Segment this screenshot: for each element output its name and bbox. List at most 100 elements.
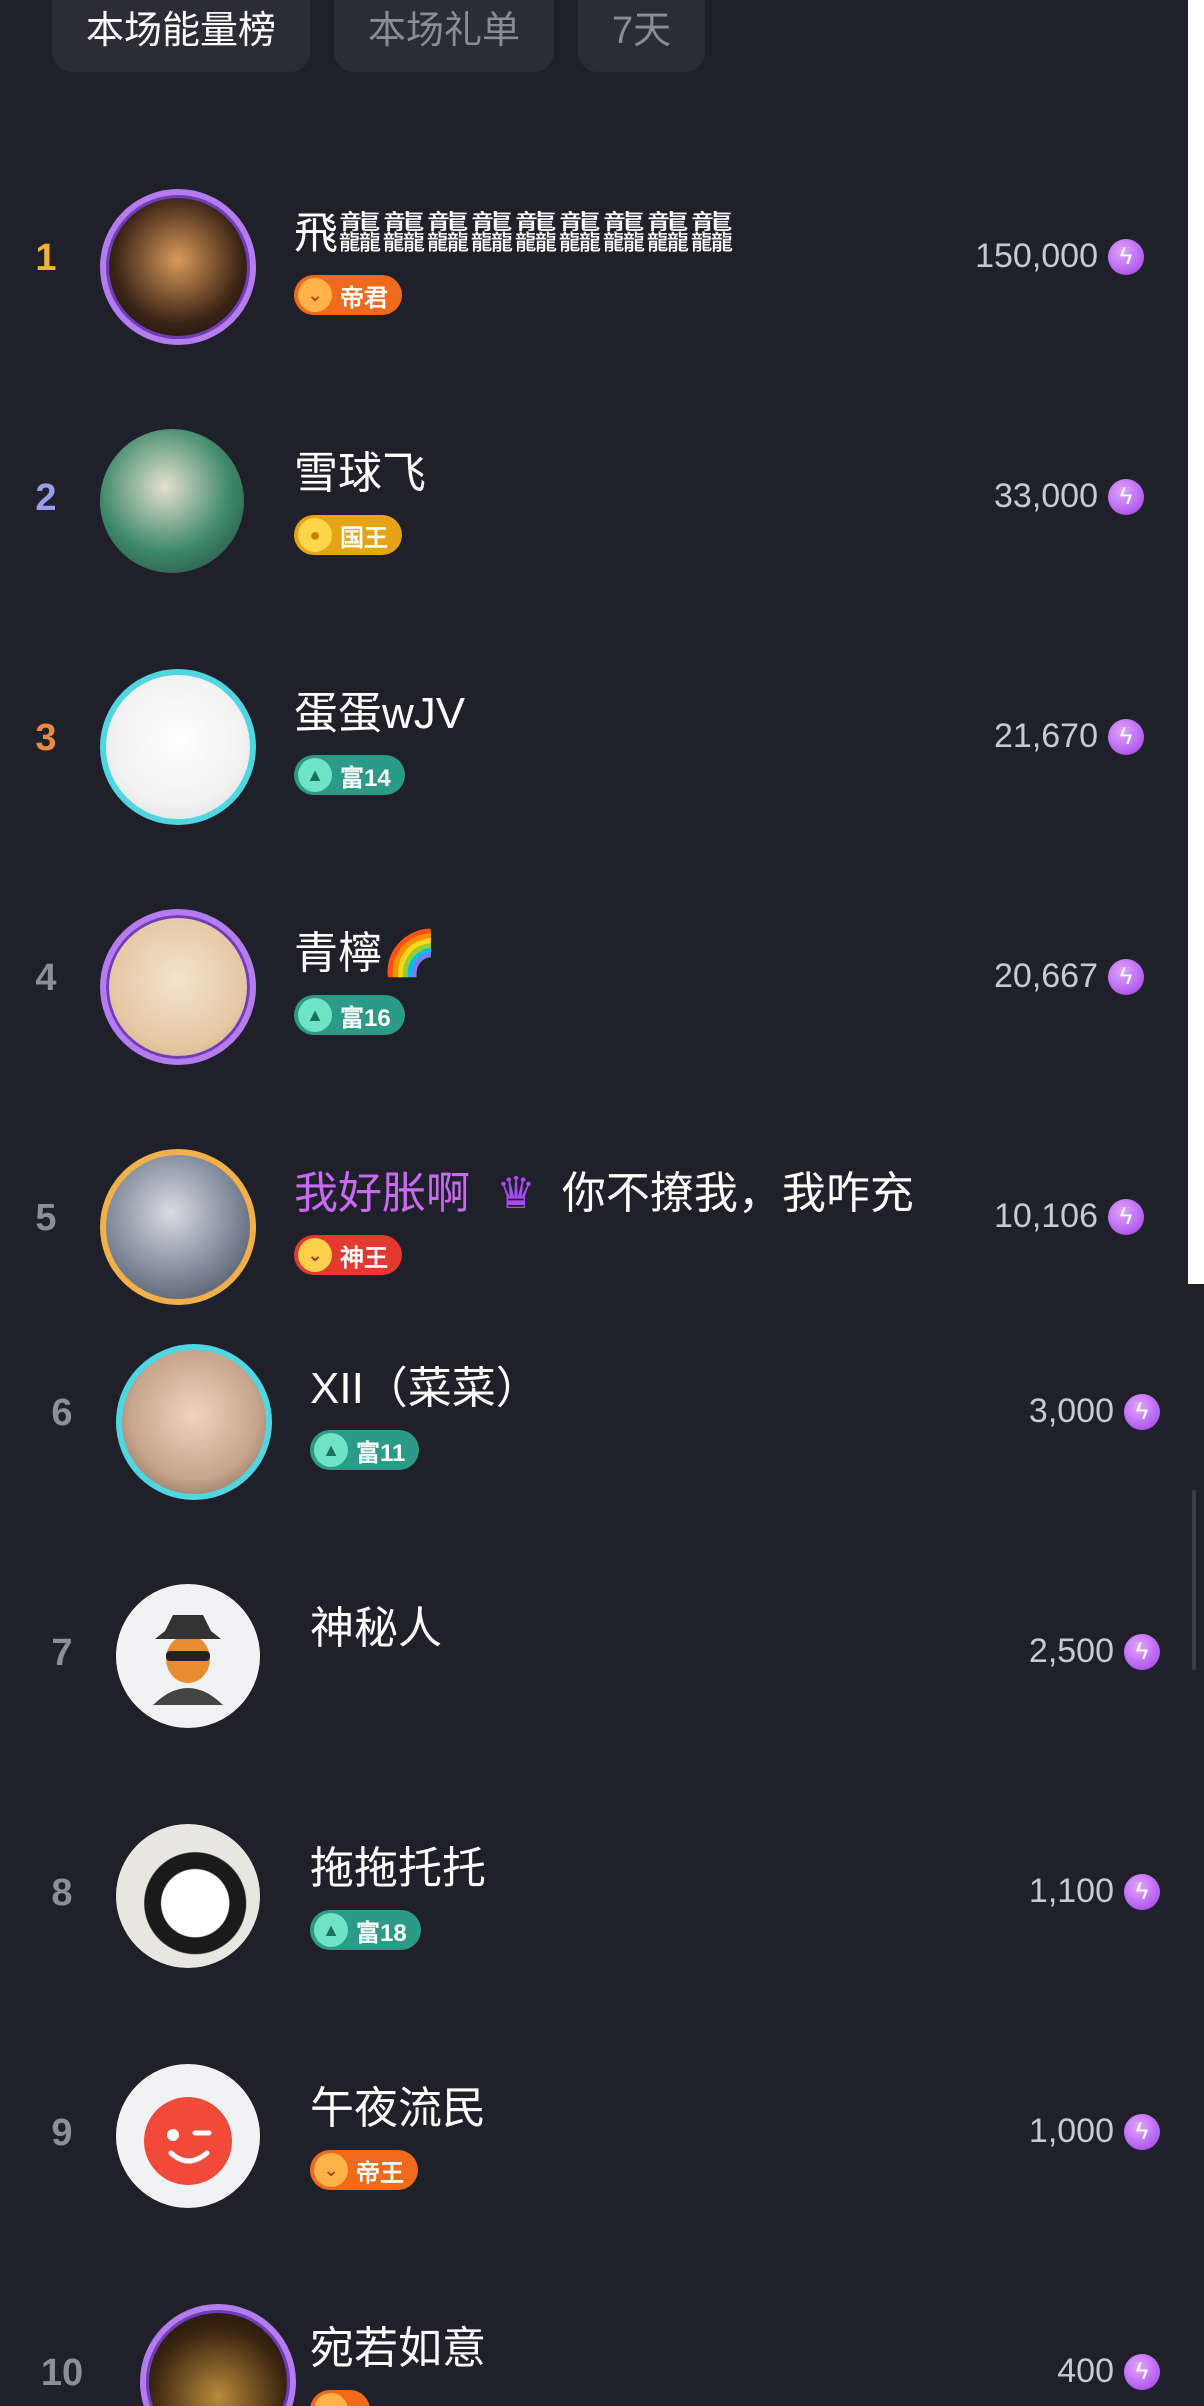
avatar-image [140, 2304, 296, 2406]
avatar[interactable] [132, 2296, 296, 2406]
tab-bar: 本场能量榜 本场礼单 7天 [52, 0, 706, 72]
triangle-rank-icon: ▲ [298, 758, 332, 792]
avatar[interactable] [92, 1141, 256, 1305]
rank-number: 2 [35, 477, 57, 519]
avatar[interactable] [108, 2056, 268, 2216]
badge-label: 帝王 [356, 2159, 404, 2187]
energy-bolt-icon: ϟ [1108, 1198, 1144, 1235]
avatar[interactable] [92, 901, 256, 1065]
rank-number: 8 [51, 1872, 73, 1914]
energy-bolt-icon: ϟ [1108, 958, 1144, 995]
user-name: 午夜流民 [310, 2084, 486, 2133]
user-name: 蛋蛋wJV [294, 689, 466, 738]
score-value: 20,667 [994, 957, 1098, 995]
rank-number: 9 [51, 2112, 73, 2154]
ranking-row[interactable]: 4 青檸🌈 ▲ 富16 20,667 ϟ [0, 865, 1204, 1095]
tab-energy-ranking[interactable]: 本场能量榜 [52, 0, 311, 72]
rank-number: 3 [35, 717, 57, 759]
energy-score: 33,000 ϟ [994, 477, 1144, 516]
energy-bolt-icon: ϟ [1124, 2353, 1160, 2390]
score-value: 1,000 [1028, 2112, 1114, 2150]
badge-label: 帝君 [340, 284, 388, 312]
chevron-rank-icon: ⌄ [314, 2393, 348, 2406]
avatar[interactable] [92, 421, 252, 581]
user-name: 雪球飞 [294, 449, 426, 498]
tab-7-days[interactable]: 7天 [578, 0, 706, 72]
rank-number: 5 [35, 1197, 57, 1239]
ranking-row[interactable]: 1 飛龘龘龘龘龘龘龘龘龘 ⌄ 帝君 150,000 ϟ [0, 145, 1204, 375]
ranking-row[interactable]: 2 雪球飞 ● 国王 33,000 ϟ [0, 385, 1204, 615]
avatar-image [100, 189, 256, 345]
chevron-rank-icon: ⌄ [298, 278, 332, 312]
ranking-row[interactable]: 3 蛋蛋wJV ▲ 富14 21,670 ϟ [0, 625, 1204, 855]
score-value: 400 [1057, 2352, 1114, 2390]
panda-avatar-image [116, 1824, 260, 1968]
score-value: 150,000 [975, 237, 1098, 275]
user-name: 神秘人 [310, 1604, 442, 1653]
energy-score: 20,667 ϟ [994, 957, 1144, 996]
score-value: 2,500 [1028, 1632, 1114, 1670]
energy-bolt-icon: ϟ [1124, 1873, 1160, 1910]
badge-label: 富18 [356, 1919, 407, 1947]
user-name: 飛龘龘龘龘龘龘龘龘龘 [294, 209, 734, 258]
ranking-row[interactable]: 7 神秘人 2,500 ϟ [0, 1540, 1204, 1770]
avatar-image [100, 1149, 256, 1305]
level-badge: ⌄ 帝王 [310, 2150, 418, 2190]
user-name: 青檸🌈 [294, 929, 437, 978]
name-suffix: 你不撩我，我咋充 [561, 1169, 914, 1218]
level-badge: ⌄ 神王 [294, 1235, 402, 1275]
vip-name: 我好胀啊 [294, 1169, 470, 1218]
ranking-row[interactable]: 9 午夜流民 ⌄ 帝王 1,000 ϟ [0, 2020, 1204, 2250]
chevron-rank-icon: ⌄ [314, 2153, 348, 2187]
mystery-person-icon [116, 1584, 260, 1728]
badge-label: 富14 [340, 764, 391, 792]
crown-icon: ♛ [496, 1169, 536, 1218]
tab-gift-list[interactable]: 本场礼单 [334, 0, 555, 72]
chevron-rank-icon: ⌄ [298, 1238, 332, 1272]
rank-number: 10 [40, 2352, 84, 2394]
coin-rank-icon: ● [298, 518, 332, 552]
badge-label: 富16 [340, 1004, 391, 1032]
level-badge: ▲ 富11 [310, 1430, 420, 1470]
user-name: 我好胀啊 ♛ 你不撩我，我咋充 [294, 1157, 914, 1221]
avatar[interactable] [108, 1816, 268, 1976]
energy-score: 2,500 ϟ [1029, 1632, 1160, 1671]
level-badge: ▲ 富16 [294, 995, 405, 1035]
level-badge: ⌄ [310, 2390, 370, 2406]
triangle-rank-icon: ▲ [298, 998, 332, 1032]
energy-bolt-icon: ϟ [1108, 718, 1144, 755]
score-value: 21,670 [994, 717, 1098, 755]
avatar[interactable] [92, 661, 256, 825]
score-value: 33,000 [994, 477, 1098, 515]
avatar[interactable] [108, 1336, 272, 1500]
score-value: 3,000 [1028, 1392, 1114, 1430]
energy-score: 1,000 ϟ [1029, 2112, 1160, 2151]
energy-score: 3,000 ϟ [1029, 1392, 1160, 1431]
wink-face-icon [116, 2064, 260, 2208]
level-badge: ⌄ 帝君 [294, 275, 402, 315]
user-name: 拖拖托托 [310, 1844, 486, 1893]
ranking-row[interactable]: 8 拖拖托托 ▲ 富18 1,100 ϟ [0, 1780, 1204, 2010]
energy-score: 21,670 ϟ [994, 717, 1144, 756]
rank-number: 1 [35, 237, 57, 279]
avatar-image [100, 669, 256, 825]
rank-number: 6 [51, 1392, 73, 1434]
ranking-row[interactable]: 10 宛若如意 ⌄ 400 ϟ [0, 2260, 1204, 2406]
rank-number: 4 [35, 957, 57, 999]
user-name: 宛若如意 [310, 2324, 486, 2373]
avatar-image [100, 429, 244, 573]
energy-score: 10,106 ϟ [994, 1197, 1144, 1236]
badge-label: 富11 [356, 1439, 406, 1467]
energy-bolt-icon: ϟ [1124, 1393, 1160, 1430]
badge-label: 国王 [340, 524, 388, 552]
badge-label: 神王 [340, 1244, 388, 1272]
avatar[interactable] [92, 181, 256, 345]
level-badge: ● 国王 [294, 515, 402, 555]
energy-bolt-icon: ϟ [1124, 1633, 1160, 1670]
avatar[interactable] [108, 1576, 268, 1736]
energy-score: 150,000 ϟ [975, 237, 1144, 276]
ranking-row[interactable]: 6 XII（菜菜） ▲ 富11 3,000 ϟ [0, 1300, 1204, 1530]
level-badge: ▲ 富14 [294, 755, 405, 795]
user-name: XII（菜菜） [310, 1364, 540, 1413]
avatar-image [116, 1344, 272, 1500]
